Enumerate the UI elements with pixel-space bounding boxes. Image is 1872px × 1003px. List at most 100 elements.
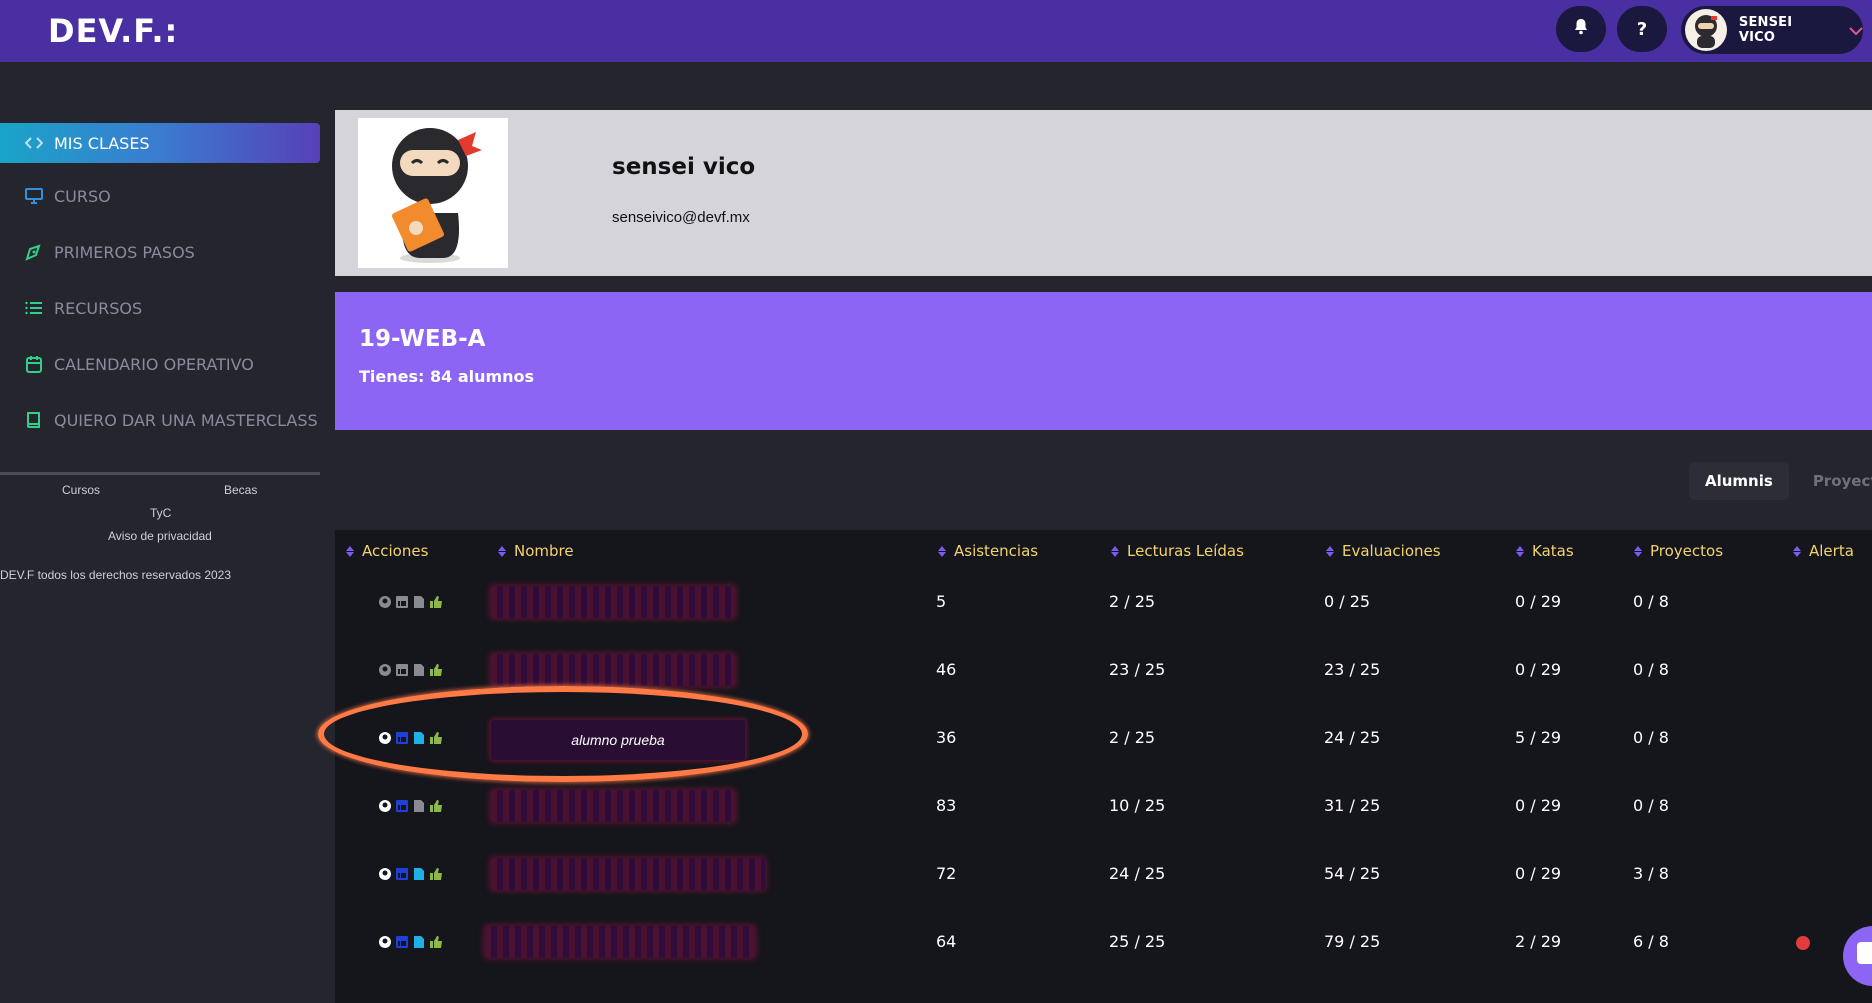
linkedin-icon[interactable] bbox=[394, 662, 409, 678]
thumbs-up-icon[interactable] bbox=[428, 934, 443, 950]
document-icon[interactable] bbox=[411, 866, 426, 882]
linkedin-icon[interactable] bbox=[394, 730, 409, 746]
column-header-evaluaciones[interactable]: Evaluaciones bbox=[1325, 540, 1441, 562]
list-icon bbox=[24, 298, 44, 318]
thumbs-up-icon[interactable] bbox=[428, 798, 443, 814]
column-header-katas[interactable]: Katas bbox=[1515, 540, 1574, 562]
devf-logo[interactable]: DEV.F.: bbox=[48, 12, 178, 50]
cell-evaluaciones: 79 / 25 bbox=[1324, 932, 1381, 951]
github-icon[interactable] bbox=[377, 798, 392, 814]
linkedin-icon[interactable] bbox=[394, 866, 409, 882]
linkedin-icon[interactable] bbox=[394, 594, 409, 610]
github-icon[interactable] bbox=[377, 934, 392, 950]
cell-proyectos: 0 / 8 bbox=[1633, 796, 1669, 815]
cell-evaluaciones: 31 / 25 bbox=[1324, 796, 1381, 815]
cell-proyectos: 0 / 8 bbox=[1633, 660, 1669, 679]
chat-icon bbox=[1857, 942, 1872, 964]
sidebar-item-label: PRIMEROS PASOS bbox=[54, 242, 195, 262]
row-actions bbox=[377, 866, 443, 882]
notifications-button[interactable] bbox=[1556, 6, 1606, 52]
column-header-nombre[interactable]: Nombre bbox=[497, 540, 574, 562]
row-actions bbox=[377, 730, 443, 746]
github-icon[interactable] bbox=[377, 730, 392, 746]
github-icon[interactable] bbox=[377, 866, 392, 882]
student-name[interactable] bbox=[485, 926, 755, 958]
cell-lecturas: 24 / 25 bbox=[1109, 864, 1166, 883]
linkedin-icon[interactable] bbox=[394, 934, 409, 950]
student-name[interactable] bbox=[491, 654, 735, 686]
calendar-icon bbox=[24, 354, 44, 374]
footer-link-privacidad[interactable]: Aviso de privacidad bbox=[108, 529, 212, 543]
thumbs-up-icon[interactable] bbox=[428, 662, 443, 678]
linkedin-icon[interactable] bbox=[394, 798, 409, 814]
thumbs-up-icon[interactable] bbox=[428, 730, 443, 746]
sidebar-item-recursos[interactable]: RECURSOS bbox=[0, 288, 320, 328]
cell-katas: 0 / 29 bbox=[1515, 660, 1562, 679]
bell-icon bbox=[1573, 18, 1589, 40]
document-icon[interactable] bbox=[411, 730, 426, 746]
cell-evaluaciones: 54 / 25 bbox=[1324, 864, 1381, 883]
document-icon[interactable] bbox=[411, 798, 426, 814]
table-row: 64 25 / 25 79 / 25 2 / 29 6 / 8 bbox=[335, 908, 1872, 976]
sidebar-item-primeros-pasos[interactable]: PRIMEROS PASOS bbox=[0, 232, 320, 272]
cell-lecturas: 25 / 25 bbox=[1109, 932, 1166, 951]
sidebar-item-masterclass[interactable]: QUIERO DAR UNA MASTERCLASS bbox=[0, 400, 320, 440]
user-menu[interactable]: SENSEI VICO bbox=[1681, 6, 1863, 54]
column-header-lecturas[interactable]: Lecturas Leídas bbox=[1110, 540, 1244, 562]
profile-card: sensei vico senseivico@devf.mx bbox=[335, 110, 1872, 276]
table-row: 5 2 / 25 0 / 25 0 / 29 0 / 8 bbox=[335, 568, 1872, 636]
sort-icon bbox=[1325, 545, 1334, 557]
row-actions bbox=[377, 798, 443, 814]
github-icon[interactable] bbox=[377, 594, 392, 610]
thumbs-up-icon[interactable] bbox=[428, 866, 443, 882]
code-brackets-icon bbox=[24, 133, 44, 153]
students-table: Acciones Nombre Asistencias Lecturas Leí… bbox=[335, 530, 1872, 1003]
column-header-asistencias[interactable]: Asistencias bbox=[937, 540, 1038, 562]
cell-evaluaciones: 24 / 25 bbox=[1324, 728, 1381, 747]
table-row: 83 10 / 25 31 / 25 0 / 29 0 / 8 bbox=[335, 772, 1872, 840]
cell-proyectos: 0 / 8 bbox=[1633, 728, 1669, 747]
sidebar-item-mis-clases[interactable]: MIS CLASES bbox=[0, 123, 320, 163]
sidebar-item-label: QUIERO DAR UNA MASTERCLASS bbox=[54, 410, 318, 430]
sidebar: MIS CLASES CURSO PRIMEROS PASOS RECURSOS… bbox=[0, 62, 320, 1003]
cell-proyectos: 6 / 8 bbox=[1633, 932, 1669, 951]
thumbs-up-icon[interactable] bbox=[428, 594, 443, 610]
profile-email: senseivico@devf.mx bbox=[612, 209, 750, 226]
sidebar-item-calendario[interactable]: CALENDARIO OPERATIVO bbox=[0, 344, 320, 384]
document-icon[interactable] bbox=[411, 662, 426, 678]
help-button[interactable]: ? bbox=[1617, 6, 1667, 52]
tab-proyectos[interactable]: Proyect bbox=[1797, 462, 1872, 500]
column-header-proyectos[interactable]: Proyectos bbox=[1633, 540, 1723, 562]
student-name[interactable] bbox=[491, 790, 735, 822]
cell-evaluaciones: 0 / 25 bbox=[1324, 592, 1371, 611]
sort-icon bbox=[1633, 545, 1642, 557]
document-icon[interactable] bbox=[411, 934, 426, 950]
sort-icon bbox=[1110, 545, 1119, 557]
sidebar-item-label: CURSO bbox=[54, 186, 111, 206]
sidebar-item-label: RECURSOS bbox=[54, 298, 143, 318]
sort-icon bbox=[937, 545, 946, 557]
chevron-down-icon bbox=[1849, 21, 1863, 40]
student-name[interactable] bbox=[491, 586, 735, 618]
document-icon[interactable] bbox=[411, 594, 426, 610]
sidebar-item-label: CALENDARIO OPERATIVO bbox=[54, 354, 254, 374]
avatar bbox=[1685, 9, 1727, 51]
row-actions bbox=[377, 934, 443, 950]
footer-link-cursos[interactable]: Cursos bbox=[62, 483, 100, 497]
table-row: 72 24 / 25 54 / 25 0 / 29 3 / 8 bbox=[335, 840, 1872, 908]
student-name[interactable] bbox=[491, 858, 765, 890]
row-actions bbox=[377, 594, 443, 610]
cell-lecturas: 2 / 25 bbox=[1109, 728, 1156, 747]
footer-link-tyc[interactable]: TyC bbox=[150, 506, 171, 520]
column-header-alerta[interactable]: Alerta bbox=[1792, 540, 1854, 562]
column-header-acciones[interactable]: Acciones bbox=[345, 540, 428, 562]
github-icon[interactable] bbox=[377, 662, 392, 678]
cell-asistencias: 36 bbox=[936, 728, 957, 747]
student-name[interactable]: alumno prueba bbox=[491, 720, 745, 760]
tab-alumnis[interactable]: Alumnis bbox=[1689, 462, 1789, 500]
cell-lecturas: 10 / 25 bbox=[1109, 796, 1166, 815]
sidebar-item-curso[interactable]: CURSO bbox=[0, 176, 320, 216]
sidebar-item-label: MIS CLASES bbox=[54, 133, 150, 153]
alert-indicator[interactable] bbox=[1796, 936, 1810, 950]
footer-link-becas[interactable]: Becas bbox=[224, 483, 257, 497]
